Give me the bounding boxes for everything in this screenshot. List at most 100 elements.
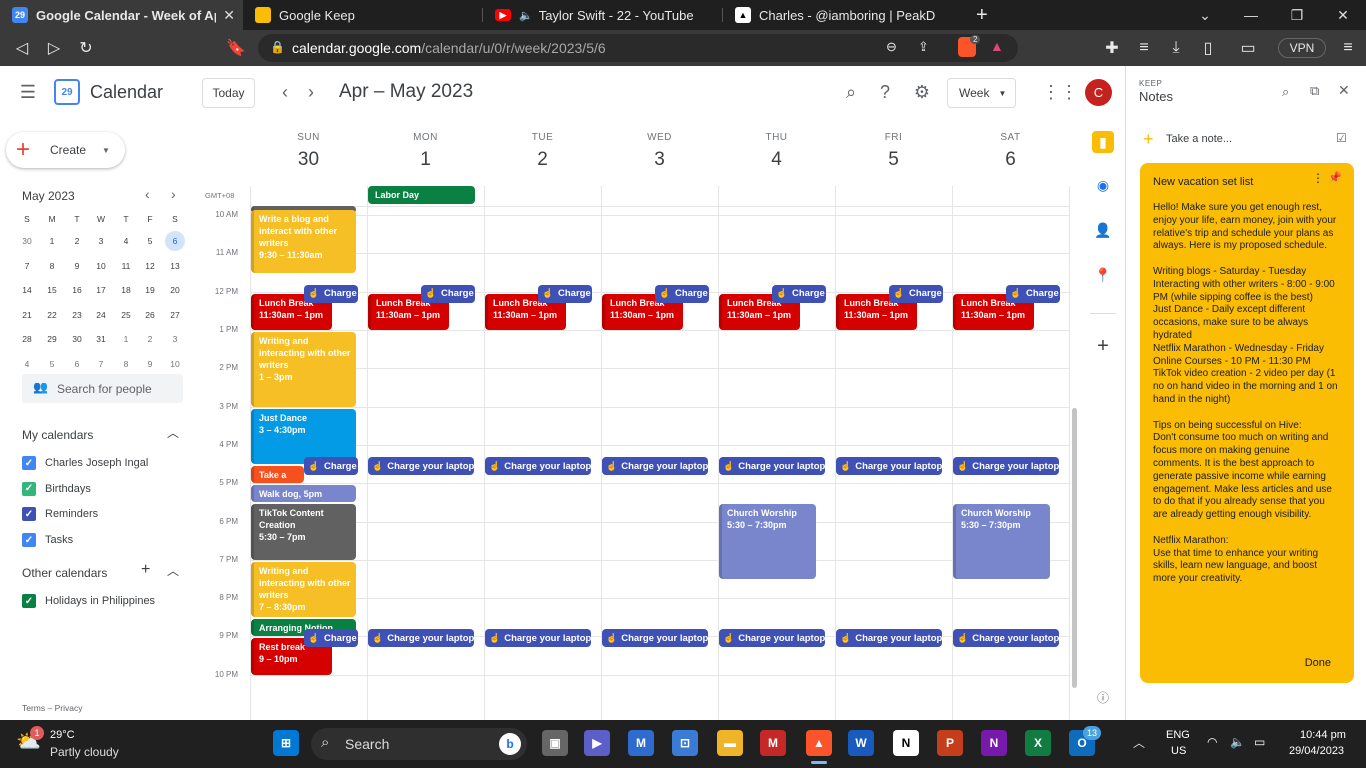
add-addon-plus-icon[interactable]: + — [1092, 335, 1114, 357]
tab-google-keep[interactable]: Google Keep — [243, 0, 483, 30]
apps-grid-icon[interactable]: ⋮⋮ — [1042, 80, 1078, 104]
new-tab-button[interactable]: + — [968, 0, 998, 30]
mini-day[interactable]: 6 — [165, 231, 185, 251]
mini-day[interactable]: 2 — [140, 329, 160, 349]
calendar-event[interactable]: Take a bath — [251, 466, 304, 484]
share-icon[interactable]: ⇪ — [918, 39, 929, 55]
mini-day[interactable]: 5 — [42, 354, 62, 374]
bookmark-icon[interactable]: 🔖 — [224, 36, 248, 60]
calendar-event[interactable]: Writing and interacting with other write… — [251, 561, 356, 618]
collapse-chevron-icon[interactable]: ︿ — [167, 424, 179, 441]
tray-chevron-up-icon[interactable]: ︿ — [1133, 734, 1145, 751]
clock-date[interactable]: 29/04/2023 — [1289, 745, 1344, 757]
forward-arrow-icon[interactable]: ▷ — [42, 36, 66, 60]
mcafee-icon[interactable]: M — [760, 730, 786, 756]
mini-day[interactable]: 16 — [67, 280, 87, 300]
close-icon[interactable]: ✕ — [223, 7, 235, 24]
task-chip[interactable]: ☝ Charge — [304, 284, 358, 303]
mini-day[interactable]: 22 — [42, 305, 62, 325]
task-chip[interactable]: ☝ Charge — [1006, 284, 1060, 303]
task-chip[interactable]: ☝ Charge — [304, 629, 358, 648]
mini-day[interactable]: 7 — [17, 256, 37, 276]
tab-youtube[interactable]: ▶ 🔈 Taylor Swift - 22 - YouTube — [483, 0, 723, 30]
sidebar-toggle-icon[interactable]: ▯ — [1196, 36, 1220, 60]
checkbox-checked-icon[interactable]: ✓ — [22, 533, 36, 548]
brave-browser-icon[interactable]: ▲ — [806, 730, 832, 756]
day-number[interactable]: 1 — [367, 149, 484, 171]
tab-google-calendar[interactable]: 29 Google Calendar - Week of April 3 ✕ — [0, 0, 243, 30]
mini-day[interactable]: 3 — [165, 329, 185, 349]
search-icon[interactable]: ⌕ — [1282, 84, 1289, 100]
create-button[interactable]: + Create ▼ — [6, 132, 125, 168]
mini-day[interactable]: 9 — [140, 354, 160, 374]
minimize-button[interactable]: — — [1228, 0, 1274, 30]
language-top[interactable]: ENG — [1166, 729, 1190, 741]
task-chip[interactable]: ☝ Charge — [889, 284, 943, 303]
mini-day[interactable]: 8 — [42, 256, 62, 276]
wifi-icon[interactable]: ◠ — [1207, 735, 1217, 749]
calendar-item[interactable]: ✓ Tasks — [22, 531, 73, 549]
mini-day[interactable]: 4 — [17, 354, 37, 374]
language-bottom[interactable]: US — [1171, 745, 1186, 757]
view-selector[interactable]: Week ▼ — [947, 78, 1016, 108]
calendar-event[interactable]: Church Worship 5:30 – 7:30pm — [719, 504, 816, 579]
close-icon[interactable]: ✕ — [1338, 82, 1350, 99]
teams-icon[interactable]: ▶ — [584, 730, 610, 756]
other-calendars-header[interactable]: Other calendars — [22, 566, 107, 580]
word-icon[interactable]: W — [848, 730, 874, 756]
day-number[interactable]: 3 — [601, 149, 718, 171]
task-chip[interactable]: ☝ Charge your laptop — [836, 629, 942, 648]
mini-day[interactable]: 25 — [116, 305, 136, 325]
task-chip[interactable]: ☝ Charge — [538, 284, 592, 303]
calendar-item[interactable]: ✓ Birthdays — [22, 480, 91, 498]
day-number[interactable]: 4 — [718, 149, 835, 171]
day-header[interactable]: SUN 30 — [250, 118, 367, 171]
checkbox-list-icon[interactable]: ☑ — [1336, 131, 1347, 145]
maximize-button[interactable]: ❐ — [1274, 0, 1320, 30]
task-chip[interactable]: ☝ Charge your laptop — [602, 457, 708, 476]
mini-day[interactable]: 28 — [17, 329, 37, 349]
task-chip[interactable]: ☝ Charge your laptop — [485, 457, 591, 476]
calendar-event[interactable]: Writing and interacting with other write… — [251, 332, 356, 407]
info-icon[interactable]: ⓘ — [1092, 686, 1114, 708]
file-explorer-icon[interactable]: ▬ — [717, 730, 743, 756]
previous-week-chevron-icon[interactable]: ‹ — [274, 80, 296, 104]
mini-day[interactable]: 19 — [140, 280, 160, 300]
calendar-item[interactable]: ✓ Charles Joseph Ingal — [22, 454, 148, 472]
task-chip[interactable]: ☝ Charge your laptop — [368, 629, 474, 648]
close-window-button[interactable]: ✕ — [1320, 0, 1366, 30]
task-chip[interactable]: ☝ Charge your laptop — [485, 629, 591, 648]
tab-peakd[interactable]: ▲ Charles - @iamboring | PeakD — [723, 0, 963, 30]
mini-day[interactable]: 18 — [116, 280, 136, 300]
battery-icon[interactable]: ▭ — [1254, 735, 1265, 749]
clock-time[interactable]: 10:44 pm — [1300, 729, 1346, 741]
mini-day[interactable]: 7 — [91, 354, 111, 374]
day-number[interactable]: 2 — [484, 149, 601, 171]
excel-icon[interactable]: X — [1025, 730, 1051, 756]
store-icon[interactable]: ⊡ — [672, 730, 698, 756]
collapse-chevron-icon[interactable]: ︿ — [167, 562, 179, 579]
mini-day[interactable]: 5 — [140, 231, 160, 251]
today-button[interactable]: Today — [202, 78, 255, 108]
day-header[interactable]: FRI 5 — [835, 118, 952, 171]
pin-icon[interactable]: 📌 — [1328, 171, 1342, 184]
brave-rewards-icon[interactable]: ▲ — [990, 38, 1004, 54]
task-chip[interactable]: ☝ Charge your laptop — [602, 629, 708, 648]
task-chip[interactable]: ☝ Charge your laptop — [836, 457, 942, 476]
mini-day[interactable]: 12 — [140, 256, 160, 276]
tab-search-chevron-icon[interactable]: ⌄ — [1182, 0, 1228, 30]
search-icon[interactable]: ⌕ — [839, 80, 863, 104]
mini-day[interactable]: 23 — [67, 305, 87, 325]
menu-icon[interactable]: ≡ — [1336, 36, 1360, 60]
day-header[interactable]: WED 3 — [601, 118, 718, 171]
playlist-icon[interactable]: ≡ — [1132, 36, 1156, 60]
calendar-event[interactable]: TikTok Content Creation 5:30 – 7pm — [251, 504, 356, 560]
task-chip[interactable]: ☝ Charge your laptop — [953, 457, 1059, 476]
checkbox-checked-icon[interactable]: ✓ — [22, 481, 36, 496]
mini-day[interactable]: 4 — [116, 231, 136, 251]
mini-day[interactable]: 3 — [91, 231, 111, 251]
extensions-icon[interactable]: ✚ — [1100, 36, 1124, 60]
next-week-chevron-icon[interactable]: › — [300, 80, 322, 104]
windows-start-icon[interactable]: ⊞ — [273, 730, 299, 756]
vpn-button[interactable]: VPN — [1278, 38, 1326, 58]
